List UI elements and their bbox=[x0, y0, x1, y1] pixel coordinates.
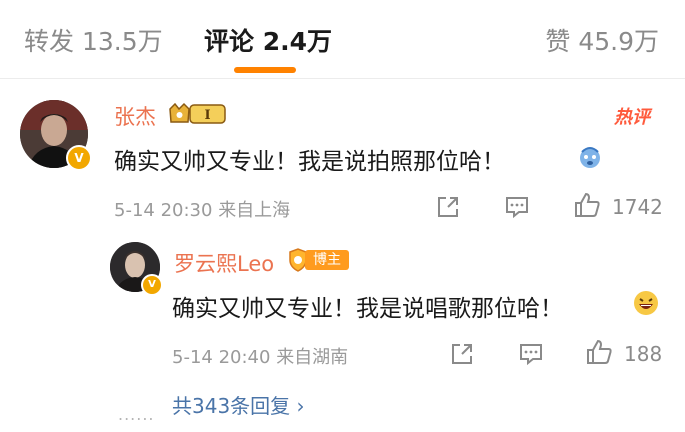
fan-level-label: I bbox=[204, 108, 210, 123]
reply-username[interactable]: 罗云熙Leo bbox=[174, 248, 274, 278]
comment-meta: 5-14 20:30 来自上海 bbox=[114, 196, 290, 222]
tab-comments[interactable]: 评论 2.4万 bbox=[204, 22, 332, 58]
tab-likes[interactable]: 赞 45.9万 bbox=[545, 22, 659, 58]
comment-like-count: 1742 bbox=[612, 195, 663, 219]
blogger-tag: 博主 bbox=[305, 250, 349, 270]
reply-share-icon[interactable] bbox=[448, 340, 476, 368]
blogger-badge: 博主 bbox=[287, 248, 349, 272]
reply-like-icon[interactable] bbox=[585, 338, 613, 366]
commenter-username[interactable]: 张杰 bbox=[114, 101, 156, 131]
grinning-face-emoji-icon bbox=[634, 291, 658, 315]
reply-like-count: 188 bbox=[624, 342, 663, 366]
reply-reply-icon[interactable] bbox=[517, 340, 545, 368]
comment-text: 确实又帅又专业！我是说拍照那位哈！ bbox=[114, 149, 505, 175]
more-dots: ...... bbox=[118, 405, 155, 424]
dizzy-face-emoji-icon bbox=[580, 147, 600, 168]
view-more-replies-link[interactable]: 共343条回复 › bbox=[172, 390, 305, 419]
divider bbox=[0, 78, 685, 79]
tab-reposts[interactable]: 转发 13.5万 bbox=[24, 22, 163, 58]
reply-meta: 5-14 20:40 来自湖南 bbox=[172, 343, 348, 369]
fan-crown-badge-icon: I bbox=[169, 102, 226, 124]
reply-verified-badge-icon: V bbox=[141, 274, 163, 296]
comment-tabs: 转发 13.5万 评论 2.4万 赞 45.9万 bbox=[0, 0, 685, 80]
like-icon[interactable] bbox=[573, 191, 601, 219]
verified-badge-icon: V bbox=[66, 145, 92, 171]
reply-text: 确实又帅又专业！我是说唱歌那位哈！ bbox=[172, 296, 563, 322]
reply-location: 来自湖南 bbox=[276, 347, 349, 368]
comment-location: 来自上海 bbox=[218, 200, 291, 221]
reply-icon[interactable] bbox=[503, 193, 531, 221]
share-icon[interactable] bbox=[434, 193, 462, 221]
active-tab-indicator bbox=[234, 67, 296, 73]
reply-timestamp: 5-14 20:40 bbox=[172, 347, 271, 368]
comment-timestamp: 5-14 20:30 bbox=[114, 200, 213, 221]
hot-comment-badge: 热评 bbox=[614, 107, 650, 128]
